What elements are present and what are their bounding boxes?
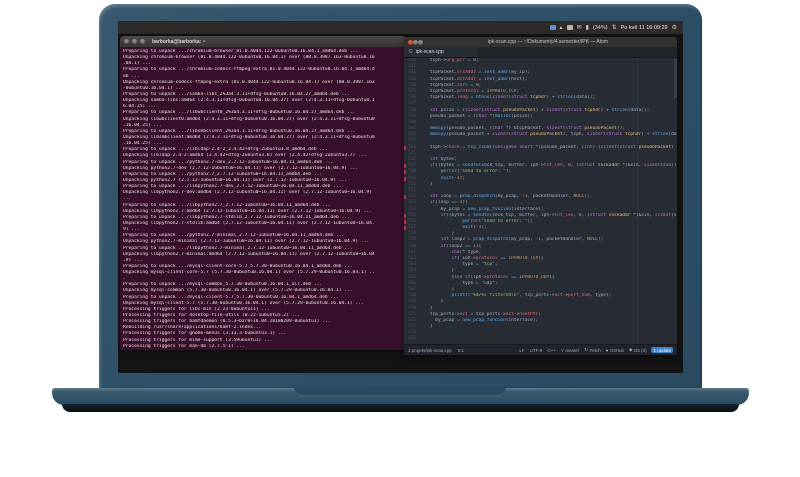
code-rows: 530 tcph->urg_ptr = 0; 531 532 tcpPacket.s… [404, 58, 677, 343]
github-icon: ● [605, 347, 609, 353]
terminal-maximize-button[interactable] [140, 39, 145, 44]
git-diff-marker [404, 219, 406, 224]
status-item-label: UTF-8 [529, 347, 543, 353]
terminal-window: barborka@barborka: ~ Preparing to unpack… [120, 36, 406, 350]
terminal-line: Unpacking libpython2.7-minimal:amd64 (2.… [123, 251, 375, 257]
terminal-line: Unpacking libpython2.7:amd64 (2.7.12-1ub… [123, 208, 372, 214]
sync-arrows-icon[interactable]: ⇅ [612, 25, 617, 31]
atom-window-title: ipk-scan.cpp — ~/Dokumenty/4.semester/IP… [487, 39, 609, 45]
terminal-close-button[interactable] [124, 39, 129, 44]
terminal-line: Unpacking libwbclient0:amd64 (2:4.3.11+d… [123, 116, 375, 122]
status-right: LF UTF-8 C++ Ymaster ↻ Fetch ● GitHub ◆ Git (3) 1 … [519, 347, 673, 353]
git-diff-marker [404, 176, 406, 181]
terminal-line: Unpacking mysql-client-5.7 (5.7.30-0ubun… [123, 300, 364, 306]
status-item-master[interactable]: Ymaster [561, 348, 579, 353]
laptop-base-notch [294, 388, 506, 396]
code-editor[interactable]: 530 tcph->urg_ptr = 0; 531 532 tcpPacket.s… [404, 58, 677, 344]
panel-clock[interactable]: Po kvě 11 16:09:29 [621, 25, 668, 31]
git-diff-marker [404, 145, 406, 150]
terminal-line: Unpacking libldap-2.4-2:amd64 (2.4.42+df… [123, 153, 367, 159]
laptop-screen: ▴ ✉ ▮ (34%) ⇅ Po kvě 11 16:09:29 ⚙ barbo… [118, 21, 683, 373]
terminal-line: Unpacking chromium-browser (81.0.4044.12… [123, 55, 375, 61]
mail-icon[interactable]: ✉ [577, 25, 582, 31]
terminal-line: Unpacking samba-libs:amd64 (2:4.3.11+dfs… [123, 98, 375, 104]
update-badge[interactable]: 1 update [651, 347, 673, 353]
terminal-line: Preparing to unpack .../chromium-codecs-… [123, 67, 375, 73]
ubuntu-top-panel: ▴ ✉ ▮ (34%) ⇅ Po kvě 11 16:09:29 ⚙ [118, 21, 683, 34]
branch-icon: Y [560, 347, 564, 353]
terminal-line: Unpacking python2.7-minimal (2.7.12-1ubu… [123, 239, 370, 245]
status-item-label: Fetch [589, 347, 601, 353]
status-file-path[interactable]: 2.projekt/ipk-scan.cpp [408, 348, 452, 353]
atom-status-bar: 2.projekt/ipk-scan.cpp 9:1 LF UTF-8 C++ Yma… [404, 344, 677, 355]
code-line: 575 [404, 336, 677, 342]
line-number: 575 [408, 336, 416, 342]
terminal-title: barborka@barborka: ~ [152, 38, 206, 45]
atom-titlebar[interactable]: ipk-scan.cpp — ~/Dokumenty/4.semester/IP… [404, 37, 677, 47]
keyboard-layout-icon[interactable] [566, 25, 573, 30]
status-item-label: GitHub [609, 347, 624, 353]
git-diff-marker [404, 226, 406, 231]
tab-ipk-scan-cpp[interactable]: C ipk-scan.cpp [404, 47, 478, 57]
terminal-line: Unpacking mysql-client-core-5.7 (5.7.30-… [123, 270, 375, 276]
terminal-titlebar[interactable]: barborka@barborka: ~ [120, 36, 406, 47]
tab-label: ipk-scan.cpp [415, 49, 444, 55]
git-diff-marker [404, 195, 406, 200]
gear-icon[interactable]: ⚙ [672, 25, 677, 31]
git-diff-marker [404, 213, 406, 218]
status-item-label: master [565, 347, 580, 353]
editor-scrollbar[interactable] [674, 58, 677, 98]
terminal-output[interactable]: Preparing to unpack .../chromium-browser… [120, 47, 406, 350]
status-item-c-[interactable]: C++ [547, 348, 556, 353]
terminal-line: Unpacking libpython2.7-dev:amd64 (2.7.12… [123, 190, 372, 196]
status-cursor-position[interactable]: 9:1 [458, 348, 464, 353]
terminal-line: Unpacking chromium-codecs-ffmpeg-extra (… [123, 79, 375, 85]
terminal-minimize-button[interactable] [132, 39, 137, 44]
status-left: 2.projekt/ipk-scan.cpp 9:1 [408, 348, 464, 353]
laptop-mockup: ▴ ✉ ▮ (34%) ⇅ Po kvě 11 16:09:29 ⚙ barbo… [0, 0, 800, 477]
status-item-fetch[interactable]: ↻ Fetch [584, 347, 601, 353]
laptop-base-edge [62, 404, 739, 412]
status-item-utf-8[interactable]: UTF-8 [530, 348, 543, 353]
status-item-github[interactable]: ● GitHub [606, 348, 624, 353]
wifi-icon[interactable]: ▴ [560, 25, 563, 31]
c-file-icon: C [409, 49, 413, 55]
sync-icon: ↻ [584, 347, 588, 352]
git-diff-marker [404, 164, 406, 169]
status-item-git-3-[interactable]: ◆ Git (3) [629, 347, 646, 353]
battery-icon[interactable]: ▮ [586, 25, 589, 31]
status-item-label: LF [519, 347, 525, 353]
status-item-lf[interactable]: LF [519, 348, 524, 353]
battery-percent: (34%) [592, 24, 608, 31]
status-item-label: Git (3) [633, 347, 647, 353]
status-item-label: C++ [547, 347, 556, 353]
atom-window: ipk-scan.cpp — ~/Dokumenty/4.semester/IP… [404, 37, 677, 355]
terminal-line: Unpacking libpython2.7-stdlib:amd64 (2.7… [123, 220, 375, 226]
atom-tab-bar: C ipk-scan.cpp [404, 47, 677, 58]
git-diff-marker [404, 170, 406, 175]
input-source-icon[interactable] [549, 25, 556, 30]
terminal-line: Processing triggers for man-db (2.7.5-1)… [123, 343, 245, 349]
terminal-line: Unpacking libsmbclient:amd64 (2:4.3.11+d… [123, 134, 375, 140]
git-icon: ◆ [628, 347, 633, 352]
